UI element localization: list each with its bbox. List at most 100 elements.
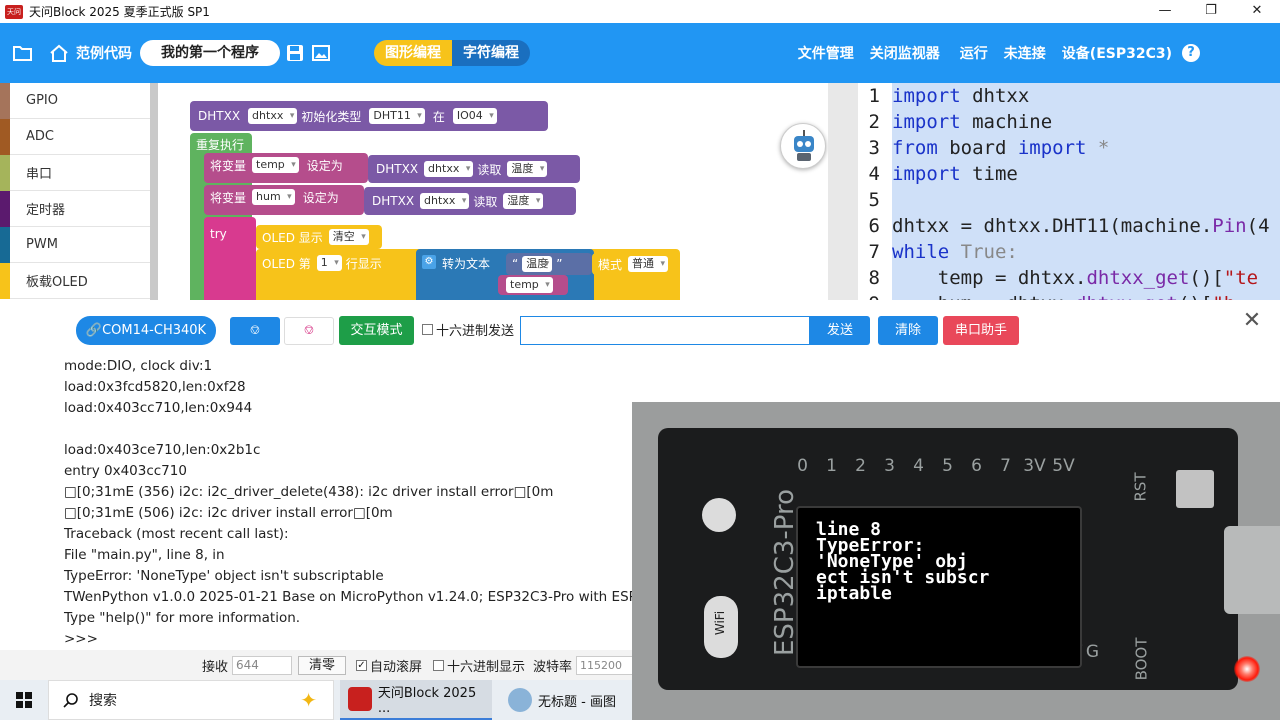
category-color-swatch	[0, 118, 10, 155]
block-module-label: DHTXX	[372, 194, 415, 208]
close-monitor-button[interactable]: 关闭监视器	[870, 43, 940, 63]
code-token: ()[	[1189, 267, 1224, 289]
var-dropdown[interactable]: temp	[252, 157, 299, 173]
panel-splitter[interactable]	[828, 83, 858, 300]
dht-obj-dropdown[interactable]: dhtxx	[420, 193, 470, 209]
pin-label: 5	[942, 456, 953, 476]
device-selector[interactable]: 设备(ESP32C3)	[1062, 43, 1172, 63]
oled-arg-dropdown[interactable]: 清空	[328, 229, 369, 245]
measure-dropdown[interactable]: 温度	[507, 161, 548, 177]
code-token: import	[892, 85, 961, 107]
robot-assistant-icon[interactable]	[780, 123, 826, 169]
receive-counter: 接收 644	[202, 656, 293, 675]
hex-send-label: 十六进制发送	[436, 324, 515, 339]
minimize-button[interactable]: —	[1142, 0, 1188, 23]
set-temp-block[interactable]: 将变量 temp 设定为	[204, 153, 368, 183]
open-folder-icon[interactable]	[12, 42, 34, 64]
dht-read-hum-block[interactable]: DHTXX dhtxx 读取 湿度	[364, 187, 576, 215]
app-logo-icon: 天问	[5, 4, 23, 19]
run-button[interactable]: 运行	[960, 43, 988, 63]
block-category-sidebar: GPIO ADC 串口 定时器 PWM 板载OLED	[0, 82, 150, 300]
usb-connect-icon[interactable]: ⎊	[230, 317, 280, 345]
code-token: Pin	[1212, 215, 1247, 237]
log-line: Traceback (most recent call last):	[64, 526, 289, 542]
hex-display-checkbox[interactable]	[433, 660, 444, 671]
toolbar-right: 文件管理 关闭监视器 运行 未连接 设备(ESP32C3) ?	[798, 23, 1280, 83]
graphic-mode-tab[interactable]: 图形编程	[374, 40, 452, 66]
close-icon[interactable]: ✕	[1240, 310, 1264, 334]
var-dropdown[interactable]: hum	[252, 189, 295, 205]
log-line: load:0x403cc710,len:0x944	[64, 400, 253, 416]
code-token: from	[892, 137, 938, 159]
usb-disconnect-icon[interactable]: ⎊	[284, 317, 334, 345]
connection-status[interactable]: 未连接	[1004, 43, 1046, 63]
oled-screen: line 8 TypeError: 'NoneType' obj ect isn't…	[796, 506, 1082, 668]
pin-dropdown[interactable]: IO04	[452, 108, 497, 124]
sidebar-scrollbar[interactable]	[150, 83, 158, 300]
text-mode-tab[interactable]: 字符编程	[452, 40, 530, 66]
dht-var-dropdown[interactable]: dhtxx	[248, 108, 298, 124]
autoscroll-option[interactable]: ✓ 自动滚屏	[356, 656, 422, 675]
sidebar-item-serial[interactable]: 串口	[0, 154, 150, 191]
send-button[interactable]: 发送	[810, 316, 870, 345]
dht-init-block[interactable]: DHTXX dhtxx 初始化类型 DHT11 在 IO04	[190, 101, 548, 131]
pin-label: 4	[913, 456, 924, 476]
oled-show-block[interactable]: OLED 显示 清空	[256, 225, 382, 249]
serial-port-button[interactable]: 🔗COM14-CH340K	[76, 316, 216, 345]
sidebar-item-pwm[interactable]: PWM	[0, 226, 150, 263]
windows-start-icon[interactable]	[0, 680, 48, 720]
image-icon[interactable]	[310, 42, 332, 64]
baud-rate: 波特率 115200	[533, 656, 635, 675]
hex-display-option[interactable]: 十六进制显示	[433, 656, 525, 675]
sidebar-item-label: 定时器	[26, 203, 66, 218]
sidebar-item-oled[interactable]: 板载OLED	[0, 262, 150, 299]
taskbar-app-paint[interactable]: 无标题 - 画图	[500, 680, 632, 720]
code-token: (4	[1246, 215, 1270, 237]
maximize-button[interactable]: ❐	[1188, 0, 1234, 23]
program-name-field[interactable]: 我的第一个程序	[140, 40, 280, 66]
line-number-field[interactable]: 1	[316, 255, 342, 271]
clear-button[interactable]: 清除	[878, 316, 938, 345]
dht-obj-dropdown[interactable]: dhtxx	[424, 161, 474, 177]
mode-dropdown[interactable]: 普通	[628, 256, 669, 272]
send-input[interactable]	[520, 316, 810, 345]
baud-select[interactable]: 115200	[576, 656, 635, 675]
code-editor[interactable]: 1 import dhtxx 2 import machine 3 from board …	[858, 83, 1280, 300]
var-temp-block[interactable]: temp	[498, 275, 568, 295]
help-icon[interactable]: ?	[1182, 44, 1200, 62]
var-dropdown[interactable]: temp	[506, 277, 553, 293]
line-number: 2	[868, 111, 880, 133]
window-title: 天问Block 2025 夏季正式版 SP1	[29, 5, 210, 19]
taskbar-app-tianwen[interactable]: 天问Block 2025 ...	[340, 680, 492, 720]
log-line: entry 0x403cc710	[64, 463, 187, 479]
taskbar-search[interactable]: 搜索 ✦	[48, 680, 334, 720]
home-icon[interactable]	[48, 42, 70, 64]
set-hum-block[interactable]: 将变量 hum 设定为	[204, 185, 364, 215]
boot-label: BOOT	[1132, 637, 1151, 681]
close-window-button[interactable]: ✕	[1234, 0, 1280, 23]
examples-button[interactable]: 范例代码	[76, 43, 132, 63]
code-token: while	[892, 241, 950, 263]
save-icon[interactable]	[284, 42, 306, 64]
sidebar-item-adc[interactable]: ADC	[0, 118, 150, 155]
text-string-block[interactable]: “ 温度 ”	[506, 253, 592, 275]
category-color-swatch	[0, 262, 10, 299]
hex-send-checkbox[interactable]	[422, 324, 433, 335]
interactive-mode-button[interactable]: 交互模式	[339, 316, 414, 345]
sidebar-item-timer[interactable]: 定时器	[0, 190, 150, 227]
try-block[interactable]: try	[204, 217, 256, 300]
dht-type-dropdown[interactable]: DHT11	[369, 108, 425, 124]
measure-dropdown[interactable]: 湿度	[503, 193, 544, 209]
file-management-button[interactable]: 文件管理	[798, 43, 854, 63]
search-label: 搜索	[89, 693, 117, 709]
autoscroll-checkbox[interactable]: ✓	[356, 660, 367, 671]
gear-icon[interactable]: ⚙	[422, 255, 436, 269]
reset-counter-button[interactable]: 清零	[298, 656, 346, 675]
hex-send-option[interactable]: 十六进制发送	[422, 320, 514, 339]
text-field[interactable]: 温度	[522, 256, 553, 272]
dht-read-temp-block[interactable]: DHTXX dhtxx 读取 温度	[368, 155, 580, 183]
line-number: 9	[858, 293, 880, 300]
sidebar-item-gpio[interactable]: GPIO	[0, 82, 150, 119]
serial-helper-button[interactable]: 串口助手	[943, 316, 1019, 345]
blocks-workspace[interactable]: DHTXX dhtxx 初始化类型 DHT11 在 IO04 重复执行 将变量 …	[158, 83, 828, 300]
